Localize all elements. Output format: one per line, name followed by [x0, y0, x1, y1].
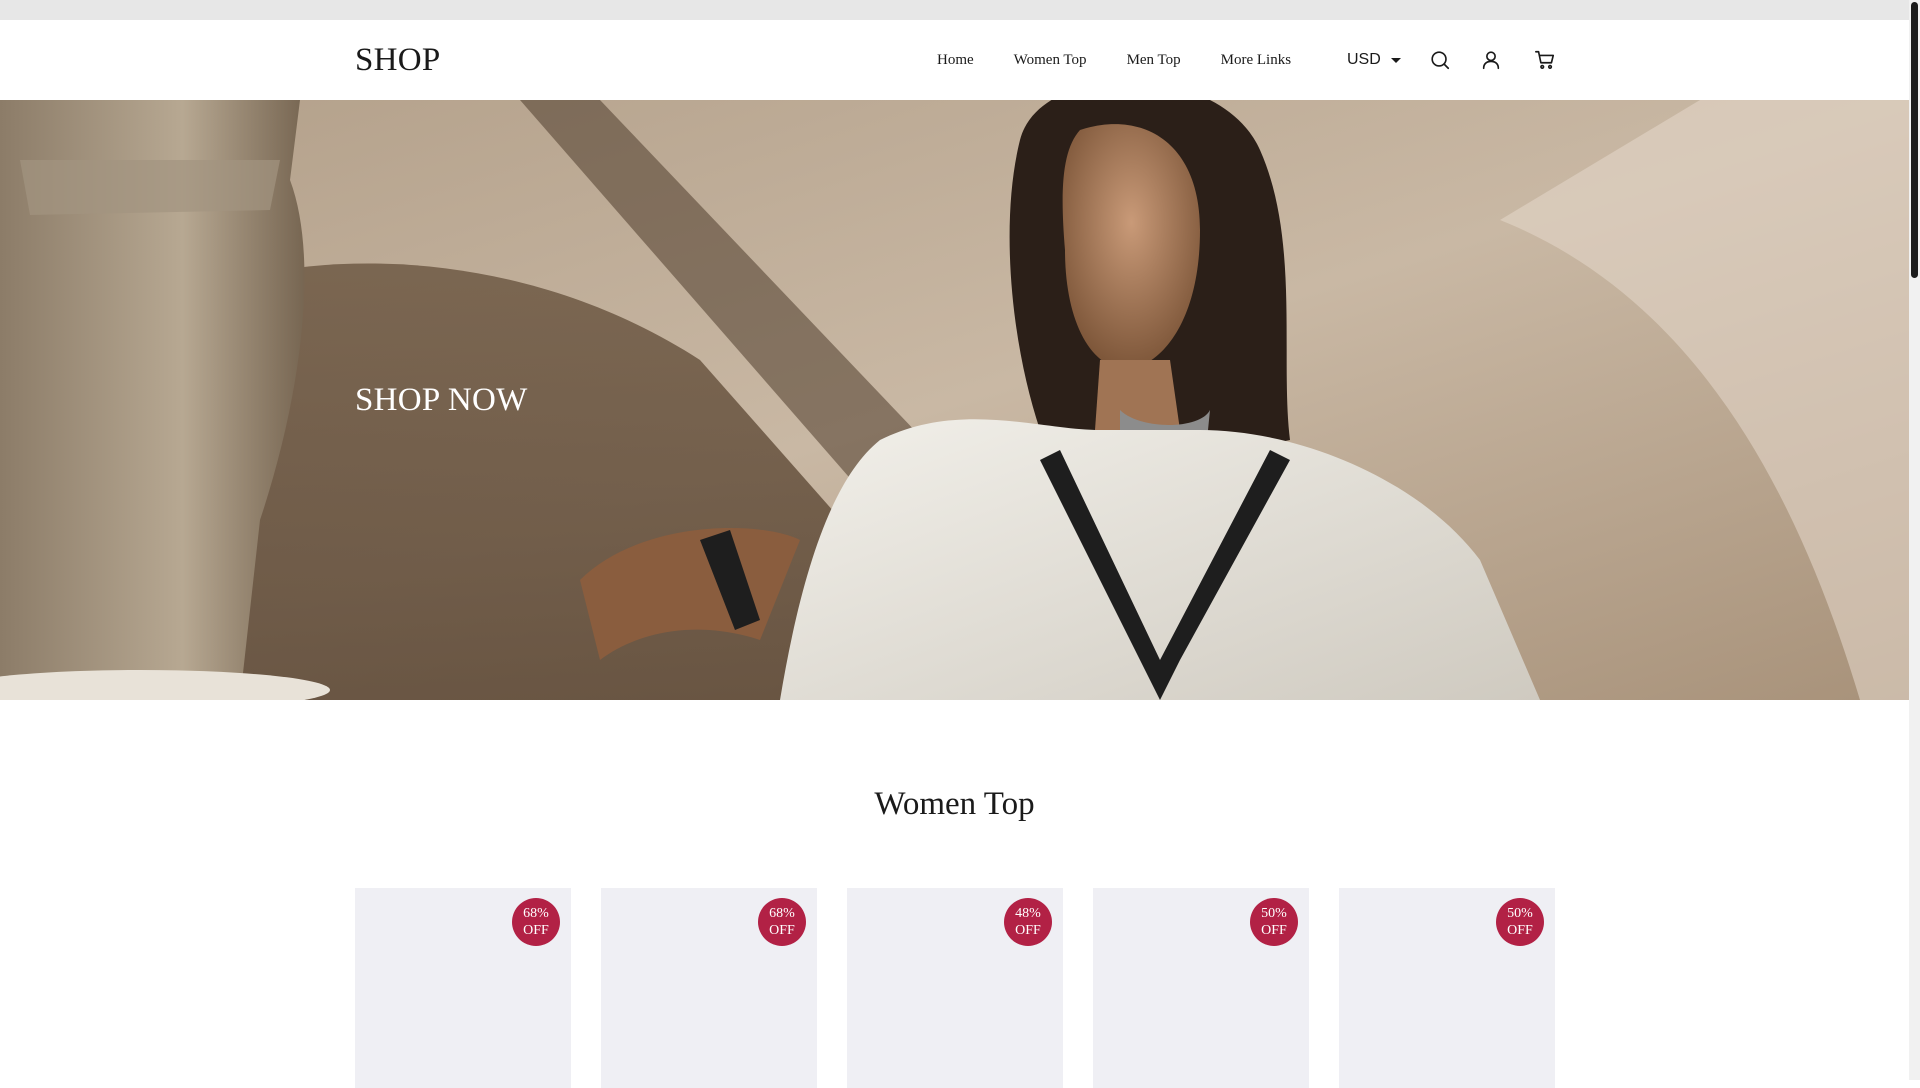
discount-badge: 68% OFF: [512, 898, 560, 946]
cart-icon[interactable]: [1533, 48, 1557, 72]
nav-women-top[interactable]: Women Top: [1014, 48, 1087, 72]
discount-badge: 50% OFF: [1496, 898, 1544, 946]
discount-suffix: OFF: [1507, 923, 1533, 938]
scrollbar-thumb[interactable]: [1911, 2, 1918, 278]
product-card[interactable]: 68% OFF: [601, 888, 817, 1088]
discount-value: 50%: [1261, 906, 1287, 921]
site-logo[interactable]: SHOP: [355, 40, 441, 80]
nav-men-top[interactable]: Men Top: [1127, 48, 1181, 72]
discount-suffix: OFF: [523, 923, 549, 938]
discount-value: 68%: [523, 906, 549, 921]
section-title-women-top: Women Top: [874, 786, 1035, 822]
discount-suffix: OFF: [769, 923, 795, 938]
top-announcement-strip: [0, 0, 1920, 20]
nav-more-links[interactable]: More Links: [1221, 48, 1291, 72]
product-card[interactable]: 48% OFF: [847, 888, 1063, 1088]
nav-home[interactable]: Home: [937, 48, 974, 72]
currency-value: USD: [1347, 51, 1381, 68]
product-card[interactable]: 50% OFF: [1339, 888, 1555, 1088]
main-nav: Home Women Top Men Top More Links: [937, 48, 1291, 72]
discount-value: 68%: [769, 906, 795, 921]
product-card[interactable]: 50% OFF: [1093, 888, 1309, 1088]
discount-value: 48%: [1015, 906, 1041, 921]
discount-value: 50%: [1507, 906, 1533, 921]
hero-image: [0, 100, 1909, 700]
discount-suffix: OFF: [1015, 923, 1041, 938]
hero-banner: SHOP NOW: [0, 100, 1909, 700]
product-grid: 68% OFF 68% OFF 48% OFF 50% OFF 50% OFF: [355, 888, 1555, 1088]
currency-selector[interactable]: USD: [1347, 48, 1401, 72]
caret-down-icon: [1390, 58, 1401, 63]
user-icon[interactable]: [1479, 48, 1503, 72]
search-icon[interactable]: [1428, 48, 1452, 72]
discount-badge: 50% OFF: [1250, 898, 1298, 946]
product-card[interactable]: 68% OFF: [355, 888, 571, 1088]
discount-suffix: OFF: [1261, 923, 1287, 938]
page-scrollbar[interactable]: [1909, 0, 1920, 1080]
site-header: SHOP Home Women Top Men Top More Links U…: [0, 20, 1909, 100]
discount-badge: 48% OFF: [1004, 898, 1052, 946]
shop-now-link[interactable]: SHOP NOW: [355, 380, 528, 420]
discount-badge: 68% OFF: [758, 898, 806, 946]
